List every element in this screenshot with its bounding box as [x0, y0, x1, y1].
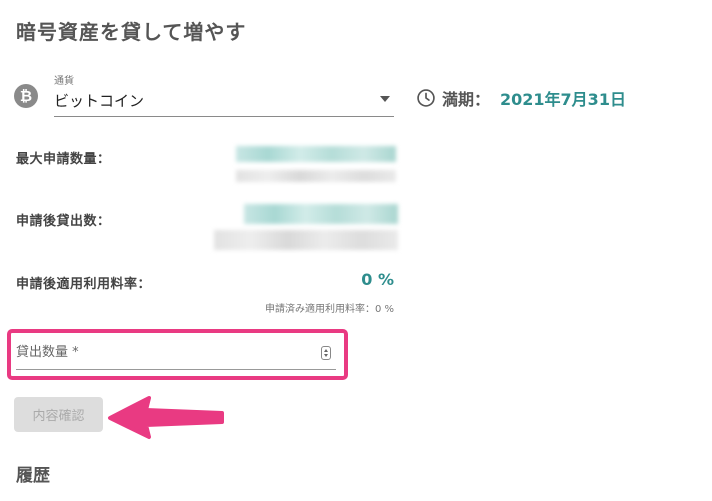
page-title: 暗号資産を貸して増やす	[16, 20, 247, 44]
lent-after-label: 申請後貸出数：	[16, 214, 111, 229]
maturity-label: 満期：	[442, 90, 491, 109]
max-quantity-sub-redacted	[236, 170, 396, 182]
confirm-button[interactable]: 内容確認	[14, 397, 103, 432]
lent-after-sub-redacted	[214, 230, 398, 250]
currency-select-value: ビットコイン	[54, 92, 145, 110]
bitcoin-icon: ₿	[14, 84, 38, 108]
stepper-icon[interactable]	[321, 346, 331, 360]
currency-row: ₿ 通貨 ビットコイン	[14, 70, 394, 118]
maturity-date: 2021年7月31日	[500, 90, 626, 109]
annotation-arrow-icon	[108, 396, 224, 439]
max-quantity-value-redacted	[236, 146, 396, 162]
lend-amount-input[interactable]	[16, 340, 336, 370]
history-title: 履歴	[16, 466, 50, 486]
max-quantity-label: 最大申請数量：	[16, 152, 111, 167]
clock-icon	[417, 89, 435, 107]
rate-applied-note: 申請済み適用利用料率：0 %	[264, 304, 394, 315]
lent-after-value-redacted	[244, 204, 398, 224]
currency-select[interactable]: 通貨 ビットコイン	[54, 70, 394, 117]
rate-after-label: 申請後適用利用料率：	[16, 277, 152, 292]
rate-value: 0 %	[361, 270, 394, 289]
maturity-info: 満期： 2021年7月31日	[416, 86, 626, 110]
currency-select-label: 通貨	[54, 76, 74, 87]
chevron-down-icon[interactable]	[380, 96, 390, 102]
